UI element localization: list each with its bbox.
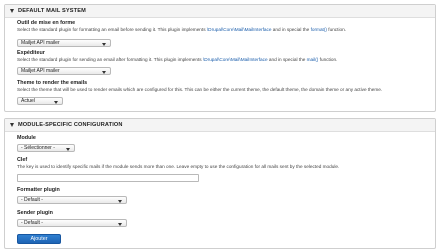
theme-select[interactable]: Actuel	[17, 97, 63, 105]
outil-select-value: Mailjet API mailer	[21, 40, 60, 46]
expediteur-select-value: Mailjet API mailer	[21, 68, 60, 74]
format-function-link[interactable]: format()	[311, 27, 327, 32]
chevron-down-icon	[118, 199, 122, 203]
sender-select-value: - Default -	[21, 220, 43, 226]
sender-label: Sender plugin	[17, 210, 53, 216]
formatter-label: Formatter plugin	[17, 187, 60, 193]
formatter-select-value: - Default -	[21, 197, 43, 203]
theme-select-value: Actuel	[21, 98, 35, 104]
chevron-down-icon	[102, 70, 106, 74]
module-specific-fieldset: MODULE-SPECIFIC CONFIGURATION Module - S…	[4, 118, 436, 249]
mailinterface-link[interactable]: \Drupal\Core\Mail\MailInterface	[203, 57, 268, 62]
formatter-select[interactable]: - Default -	[17, 196, 127, 204]
clef-input[interactable]	[17, 174, 199, 182]
default-mail-system-legend[interactable]: DEFAULT MAIL SYSTEM	[5, 5, 435, 18]
default-mail-system-title: DEFAULT MAIL SYSTEM	[18, 8, 86, 14]
outil-label: Outil de mise en forme	[17, 20, 76, 26]
sender-select[interactable]: - Default -	[17, 219, 127, 227]
clef-label: Clef	[17, 157, 28, 163]
mail-function-link[interactable]: mail()	[307, 57, 319, 62]
theme-description: Select the theme that will be used to re…	[17, 87, 383, 92]
module-label: Module	[17, 135, 36, 141]
collapse-triangle-icon[interactable]	[10, 123, 14, 127]
clef-description: The key is used to identify specific mai…	[17, 164, 340, 169]
chevron-down-icon	[54, 100, 58, 104]
ajouter-button[interactable]: Ajouter	[17, 234, 61, 244]
outil-description: Select the standard plugin for formattin…	[17, 27, 347, 32]
default-mail-system-fieldset: DEFAULT MAIL SYSTEM Outil de mise en for…	[4, 4, 436, 112]
expediteur-select[interactable]: Mailjet API mailer	[17, 67, 111, 75]
module-select-value: - Sélectionner -	[21, 145, 55, 151]
theme-label: Theme to render the emails	[17, 80, 88, 86]
outil-select[interactable]: Mailjet API mailer	[17, 39, 111, 47]
module-select[interactable]: - Sélectionner -	[17, 144, 75, 152]
collapse-triangle-icon[interactable]	[10, 9, 14, 13]
chevron-down-icon	[118, 222, 122, 226]
chevron-down-icon	[66, 147, 70, 151]
module-specific-legend[interactable]: MODULE-SPECIFIC CONFIGURATION	[5, 119, 435, 132]
chevron-down-icon	[102, 42, 106, 46]
mailinterface-link[interactable]: \Drupal\Core\Mail\MailInterface	[207, 27, 272, 32]
module-specific-title: MODULE-SPECIFIC CONFIGURATION	[18, 122, 123, 128]
expediteur-label: Expéditeur	[17, 50, 45, 56]
expediteur-description: Select the standard plugin for sending a…	[17, 57, 338, 62]
